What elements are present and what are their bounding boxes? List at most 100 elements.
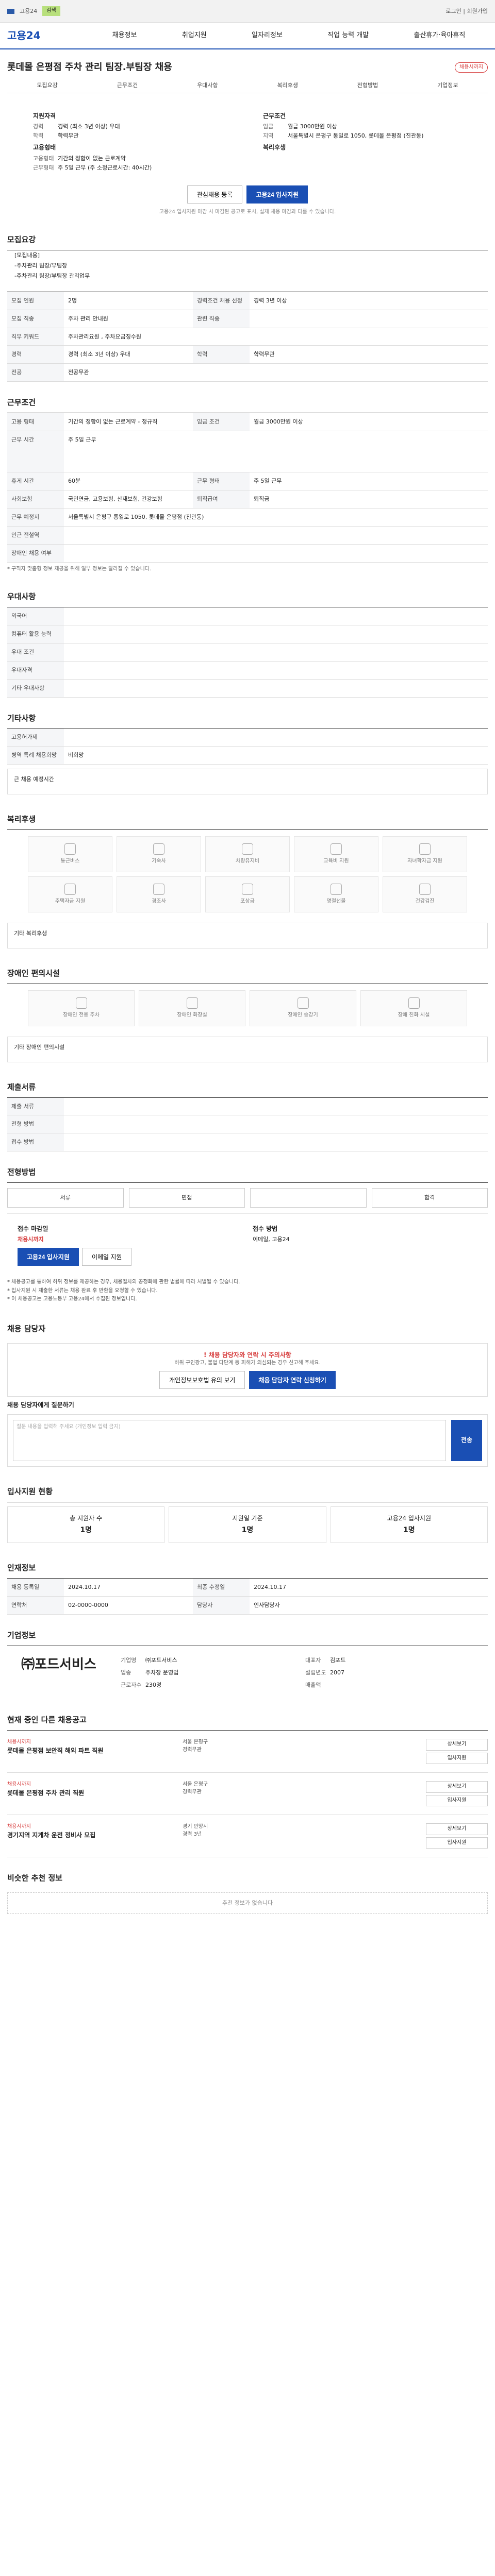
summary-value: 기간의 정함이 없는 근로계약 (58, 155, 126, 162)
tab-welfare[interactable]: 복리후생 (248, 78, 327, 93)
table-row: 병역 특례 채용희망 비희망 (7, 746, 488, 765)
th: 모집 직종 (7, 310, 64, 328)
table-row: 접수 방법 (7, 1133, 488, 1152)
job-career: 경력무관 (183, 1789, 202, 1795)
privacy-button[interactable]: 개인정보보호법 유의 보기 (159, 1371, 245, 1389)
job-deadline: 채용시까지 (7, 1824, 31, 1830)
apply-area: 접수 마감일 채용시까지 고용24 입사지원 이메일 지원 접수 방법 이메일,… (7, 1213, 488, 1274)
section-title: 모집요강 (7, 235, 36, 245)
th: 근무 예정지 (7, 508, 64, 527)
stat-card: 지원일 기준 1명 (169, 1506, 326, 1544)
tab-recruit[interactable]: 모집요강 (7, 78, 87, 93)
bus-icon (64, 843, 76, 855)
section-title: 제출서류 (7, 1082, 36, 1092)
detail-tabs: 모집요강 근무조건 우대사항 복리후생 전형방법 기업정보 (7, 78, 488, 94)
gnb-item[interactable]: 취업지원 (182, 31, 207, 41)
th: 근무 형태 (193, 472, 250, 490)
summary-key: 지역 (263, 132, 274, 140)
job-apply-button[interactable]: 입사지원 (426, 1794, 488, 1807)
section-title: 기업정보 (7, 1630, 36, 1640)
th: 관련 직종 (193, 310, 250, 328)
td: 인사담당자 (250, 1596, 488, 1615)
summary-heading: 복리후생 (263, 144, 286, 151)
summary-note: 고용24 입사지원 마감 시 마감된 공고로 표시, 실제 채용 마감과 다를 … (159, 209, 336, 215)
job-link[interactable]: 롯데몰 은평점 보안직 해외 파트 직원 (7, 1747, 172, 1755)
interest-button[interactable]: 관심채용 등록 (187, 185, 243, 204)
table-row: 모집 인원 2명 경력조건 채용 선정 경력 3년 이상 (7, 292, 488, 310)
th: 담당자 (193, 1596, 250, 1615)
section-title: 입사지원 현황 (7, 1486, 53, 1496)
info-key: 업종 (121, 1669, 131, 1676)
gnb-item[interactable]: 채용정보 (112, 31, 137, 41)
tab-process[interactable]: 전형방법 (327, 78, 407, 93)
tab-preference[interactable]: 우대사항 (168, 78, 248, 93)
table-row: 기타 우대사항 (7, 679, 488, 698)
list-item[interactable]: 채용시까지 경기지역 지게차 운전 정비사 모집 경기 안양시 경력 3년 상세보기… (7, 1815, 488, 1858)
global-nav: 고용24 채용정보 취업지원 일자리정보 직업 능력 개발 출산휴가·육아휴직 (0, 23, 495, 49)
list-item[interactable]: 채용시까지 롯데몰 은평점 보안직 해외 파트 직원 서울 은평구 경력무관 상세보… (7, 1731, 488, 1773)
question-input[interactable]: 질문 내용을 입력해 주세요 (개인정보 입력 금지) (13, 1419, 446, 1461)
gift-icon (331, 883, 342, 895)
gnb-item[interactable]: 일자리정보 (252, 31, 283, 41)
section-title: 채용 담당자 (7, 1324, 46, 1333)
table-row: 인근 전철역 (7, 526, 488, 545)
list-item[interactable]: 채용시까지 롯데몰 은평점 주차 관리 직원 서울 은평구 경력무관 상세보기 입사지… (7, 1773, 488, 1816)
summary-key: 경력 (33, 123, 44, 130)
summary-heading: 지원자격 (33, 112, 56, 120)
job-detail-button[interactable]: 상세보기 (426, 1781, 488, 1793)
welfare-item: 기숙사 (117, 836, 201, 872)
house-icon (64, 883, 76, 895)
th: 임금 조건 (193, 413, 250, 431)
job-detail-button[interactable]: 상세보기 (426, 1823, 488, 1835)
login-links[interactable]: 로그인 | 회원가입 (446, 7, 488, 15)
summary-value: 경력 (최소 3년 이상) 우대 (58, 123, 120, 130)
th: 연락처 (7, 1596, 64, 1615)
site-logo[interactable]: 고용24 (7, 28, 90, 43)
table-row: 우대 조건 (7, 643, 488, 662)
gnb-item[interactable]: 직업 능력 개발 (327, 31, 369, 41)
question-send-button[interactable]: 전송 (451, 1419, 482, 1461)
graduation-icon (419, 843, 431, 855)
job-detail-button[interactable]: 상세보기 (426, 1739, 488, 1751)
table-row: 장애인 채용 여부 (7, 544, 488, 563)
step-etc (250, 1188, 367, 1208)
th: 외국어 (7, 607, 64, 625)
stat-label: 지원일 기준 (232, 1514, 263, 1522)
warn-line: * 채용공고를 통하여 허위 정보를 제공하는 경우, 채용절차의 공정화에 관… (7, 1279, 240, 1285)
td: 주 5일 근무 (250, 472, 488, 490)
th: 최종 수정일 (193, 1578, 250, 1597)
info-value: 230명 (145, 1681, 162, 1688)
gnb-item[interactable]: 출산휴가·육아휴직 (414, 31, 466, 41)
summary-heading: 고용형태 (33, 144, 56, 151)
th: 퇴직급여 (193, 490, 250, 509)
apply-button-2[interactable]: 고용24 입사지원 (18, 1248, 79, 1266)
th: 경력 (7, 345, 64, 364)
welfare-label: 기숙사 (152, 858, 166, 864)
th: 경력조건 채용 선정 (193, 292, 250, 310)
email-apply-button[interactable]: 이메일 지원 (81, 1248, 132, 1266)
th: 휴게 시간 (7, 472, 64, 490)
process-steps: 서류 면접 합격 (7, 1182, 488, 1213)
contact-request-button[interactable]: 채용 담당자 연락 신청하기 (249, 1371, 336, 1389)
table-row: 채용 등록일 2024.10.17 최종 수정일 2024.10.17 (7, 1578, 488, 1597)
summary-heading: 근무조건 (263, 112, 286, 120)
job-apply-button[interactable]: 입사지원 (426, 1752, 488, 1765)
welfare-label: 차량유지비 (236, 858, 259, 864)
job-apply-button[interactable]: 입사지원 (426, 1837, 488, 1849)
tab-condition[interactable]: 근무조건 (87, 78, 167, 93)
welfare-label: 명절선물 (326, 898, 346, 904)
td (64, 1097, 488, 1116)
job-link[interactable]: 롯데몰 은평점 주차 관리 직원 (7, 1789, 172, 1798)
td: 학력무관 (250, 345, 488, 364)
apply-button[interactable]: 고용24 입사지원 (246, 185, 308, 204)
search-button[interactable]: 검색 (42, 6, 60, 16)
wheelchair-icon (408, 997, 420, 1009)
job-link[interactable]: 경기지역 지게차 운전 정비사 모집 (7, 1831, 172, 1840)
td (64, 607, 488, 625)
disability-grid: 장애인 전용 주차 장애인 화장실 장애인 승강기 장애 친화 시설 (7, 983, 488, 1032)
info-key: 대표자 (305, 1656, 321, 1664)
welfare-section: 복리후생 통근버스 기숙사 차량유지비 교육비 지원 자녀학자금 지원 주택자금… (7, 804, 488, 958)
tab-company[interactable]: 기업정보 (408, 78, 488, 93)
td: 경력 3년 이상 (250, 292, 488, 310)
info-value: 2007 (330, 1669, 344, 1676)
